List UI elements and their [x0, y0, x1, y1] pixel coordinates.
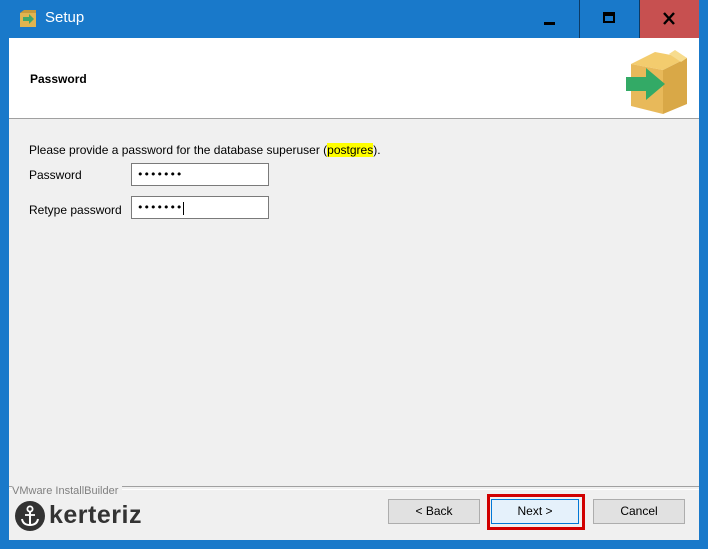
- retype-password-field[interactable]: •••••••: [131, 196, 269, 219]
- minimize-button[interactable]: [520, 0, 578, 38]
- back-button[interactable]: < Back: [388, 499, 480, 524]
- installbuilder-label: VMware InstallBuilder: [12, 485, 123, 497]
- retype-password-value: •••••••: [137, 201, 183, 214]
- password-label: Password: [29, 168, 82, 182]
- title-bar[interactable]: Setup: [0, 0, 708, 38]
- app-icon: [20, 10, 36, 27]
- anchor-icon: [15, 501, 45, 531]
- window-title: Setup: [45, 9, 85, 26]
- installer-box-arrow-icon: [626, 50, 687, 114]
- text-caret: [183, 201, 185, 215]
- watermark-text: kerteriz: [49, 501, 142, 529]
- close-button[interactable]: [640, 0, 699, 38]
- next-button[interactable]: Next >: [491, 499, 579, 524]
- intro-suffix: ).: [373, 143, 381, 157]
- intro-prefix: Please provide a password for the databa…: [29, 143, 328, 157]
- superuser-name: postgres: [327, 143, 374, 157]
- password-field[interactable]: •••••••: [131, 163, 269, 186]
- wizard-client-area: Password Please provide a password for t…: [9, 38, 699, 540]
- close-icon: [663, 12, 675, 25]
- maximize-button[interactable]: [580, 0, 638, 38]
- setup-window: Setup Password Please provide a password…: [0, 0, 708, 549]
- maximize-icon: [603, 12, 615, 23]
- intro-text: Please provide a password for the databa…: [29, 143, 381, 157]
- minimize-icon: [544, 22, 555, 25]
- wizard-header: Password: [9, 38, 699, 119]
- password-value: •••••••: [137, 168, 183, 181]
- page-title: Password: [30, 72, 87, 86]
- retype-password-label: Retype password: [29, 203, 122, 217]
- cancel-button[interactable]: Cancel: [593, 499, 685, 524]
